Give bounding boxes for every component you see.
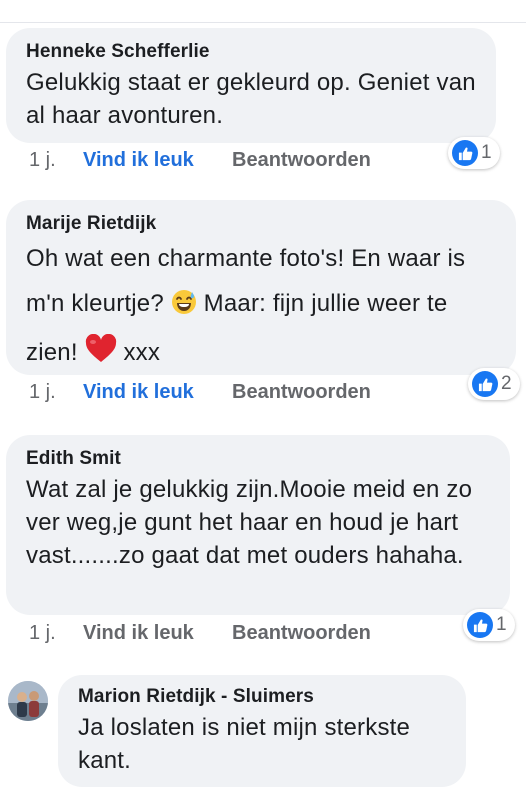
comment-author[interactable]: Henneke Schefferlie	[26, 40, 476, 64]
comment-timestamp[interactable]: 1 j.	[29, 380, 83, 404]
comment-bubble[interactable]: Marije Rietdijk Oh wat een charmante fot…	[6, 200, 516, 375]
like-button[interactable]: Vind ik leuk	[83, 621, 232, 645]
like-button[interactable]: Vind ik leuk	[83, 380, 232, 404]
thumbs-up-icon	[467, 612, 493, 638]
top-divider	[0, 22, 526, 23]
comment-author[interactable]: Edith Smit	[26, 447, 490, 471]
comment-author[interactable]: Marije Rietdijk	[26, 212, 496, 236]
comment-bubble[interactable]: Henneke Schefferlie Gelukkig staat er ge…	[6, 28, 496, 143]
reaction-count: 1	[496, 614, 507, 635]
comment-text: Wat zal je gelukkig zijn.Mooie meid en z…	[26, 476, 473, 569]
comment-text-part: xxx	[123, 339, 161, 366]
reply-button[interactable]: Beantwoorden	[232, 148, 371, 172]
comment-timestamp[interactable]: 1 j.	[29, 148, 83, 172]
reaction-summary[interactable]: 2	[468, 368, 520, 400]
comment-bubble[interactable]: Edith Smit Wat zal je gelukkig zijn.Mooi…	[6, 435, 510, 615]
comment-text: Oh wat een charmante foto's! En waar is …	[26, 236, 496, 379]
avatar[interactable]	[8, 681, 48, 721]
thumbs-up-icon	[452, 140, 478, 166]
reply-button[interactable]: Beantwoorden	[232, 380, 371, 404]
reaction-count: 1	[481, 142, 492, 163]
comment-actions: 1 j. Vind ik leuk Beantwoorden	[29, 148, 371, 172]
like-button[interactable]: Vind ik leuk	[83, 148, 232, 172]
thumbs-up-icon	[472, 371, 498, 397]
red-heart-emoji-icon	[85, 333, 117, 379]
sweat-smile-emoji-icon	[171, 285, 197, 330]
reply-text: Ja loslaten is niet mijn sterkste kant.	[78, 714, 411, 774]
comment-actions: 1 j. Vind ik leuk Beantwoorden	[29, 380, 371, 404]
reply-author[interactable]: Marion Rietdijk - Sluimers	[78, 685, 446, 709]
reaction-summary[interactable]: 1	[448, 137, 500, 169]
comment-timestamp[interactable]: 1 j.	[29, 621, 83, 645]
comment-actions: 1 j. Vind ik leuk Beantwoorden	[29, 621, 371, 645]
comment-text: Gelukkig staat er gekleurd op. Geniet va…	[26, 69, 476, 129]
reply-button[interactable]: Beantwoorden	[232, 621, 371, 645]
reaction-count: 2	[501, 373, 512, 394]
reply-bubble[interactable]: Marion Rietdijk - Sluimers Ja loslaten i…	[58, 675, 466, 787]
reaction-summary[interactable]: 1	[463, 609, 515, 641]
